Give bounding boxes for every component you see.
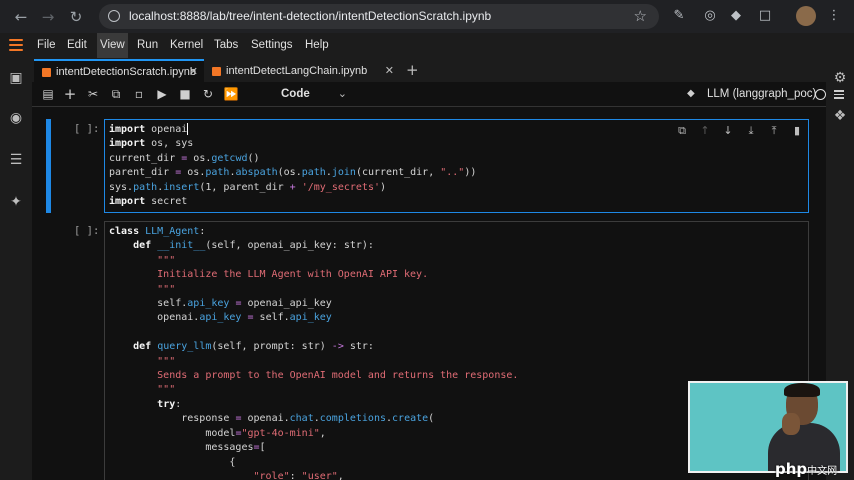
paste-icon[interactable]: ▫ <box>131 86 147 102</box>
save-icon[interactable]: ▤ <box>40 86 56 102</box>
code-line-13: try: <box>157 398 182 410</box>
code-line-11: Sends a prompt to the OpenAI model and r… <box>109 370 519 382</box>
presenter-hand <box>782 413 800 435</box>
forward-icon[interactable]: → <box>38 7 58 27</box>
back-icon[interactable]: ← <box>11 7 31 27</box>
extensions-icon[interactable]: □ <box>757 8 773 24</box>
code-line-5: sys.path.insert(1, parent_dir + '/my_sec… <box>109 181 387 193</box>
code-line-3: """ <box>109 254 176 266</box>
close-tab-icon[interactable]: ✕ <box>385 60 394 82</box>
kernel-status-icon <box>815 89 826 100</box>
code-line-7: openai.api_key = self.api_key <box>109 312 332 324</box>
presenter-hair <box>784 383 820 397</box>
insert-below-icon[interactable]: ⤒ <box>767 123 781 139</box>
text-cursor <box>187 123 189 135</box>
puzzle-extension-icon[interactable]: ◆ <box>728 8 744 24</box>
pen-extension-icon[interactable]: ✎ <box>671 8 687 24</box>
code-line-6: import secret <box>109 196 188 208</box>
code-line-4: parent_dir = os.path.abspath(os.path.joi… <box>109 167 477 179</box>
restart-run-all-icon[interactable]: ⏩ <box>223 86 239 102</box>
browser-toolbar: ← → ↻ localhost:8888/lab/tree/intent-det… <box>0 0 854 33</box>
chrome-menu-icon[interactable]: ⋮ <box>826 8 842 24</box>
kernel-name[interactable]: LLM (langgraph_poc) <box>707 85 816 103</box>
move-down-icon[interactable]: ↓ <box>721 123 735 139</box>
running-kernels-icon[interactable]: ◉ <box>8 110 24 126</box>
jupyter-menubar: File Edit View Run Kernel Tabs Settings … <box>0 33 854 58</box>
notebook-icon <box>42 67 51 77</box>
run-icon[interactable]: ▶ <box>154 86 170 102</box>
code-line-15: model="gpt-4o-mini", <box>109 427 326 439</box>
code-line-16: messages=[ <box>109 442 266 454</box>
debug-bug-icon[interactable]: ◆ <box>687 88 697 100</box>
code-line-14: response = openai.chat.completions.creat… <box>109 413 435 425</box>
toolbar-menu-icon[interactable] <box>834 88 844 101</box>
watermark-main: php <box>775 460 808 478</box>
active-cell-indicator <box>46 119 51 213</box>
tab-intentDetectionScratch[interactable]: intentDetectionScratch.ipynb ✕ <box>34 59 204 82</box>
cell-prompt: [ ]: <box>74 225 100 237</box>
code-line-4: Initialize the LLM Agent with OpenAI API… <box>109 269 429 281</box>
menu-view[interactable]: View <box>97 33 128 58</box>
menu-edit[interactable]: Edit <box>64 33 90 58</box>
code-line-9: def query_llm(self, prompt: str) -> str: <box>133 341 374 353</box>
cell-prompt: [ ]: <box>74 123 100 135</box>
menu-tabs[interactable]: Tabs <box>211 33 241 58</box>
folder-icon[interactable]: ▣ <box>8 70 24 86</box>
translate-extension-icon[interactable]: ◎ <box>702 8 718 24</box>
notebook-toolbar: ▤ + ✂ ⧉ ▫ ▶ ■ ↻ ⏩ Code ⌄ ◆ LLM (langgrap… <box>32 82 844 107</box>
menu-settings[interactable]: Settings <box>248 33 296 58</box>
bookmark-star-icon[interactable]: ☆ <box>634 7 647 25</box>
profile-avatar[interactable] <box>796 6 816 26</box>
property-inspector-gear-icon[interactable]: ⚙ <box>832 70 848 86</box>
code-line-3: current_dir = os.getcwd() <box>109 152 260 164</box>
code-line-6: self.api_key = openai_api_key <box>109 298 332 310</box>
reload-icon[interactable]: ↻ <box>66 7 86 27</box>
tab-intentDetectLangChain[interactable]: intentDetectLangChain.ipynb ✕ <box>204 60 400 82</box>
jupyter-logo-icon <box>9 36 23 55</box>
code-line-1: class LLM_Agent: <box>109 226 206 237</box>
menu-run[interactable]: Run <box>134 33 161 58</box>
copy-icon[interactable]: ⧉ <box>108 86 124 102</box>
code-line-2: def __init__(self, openai_api_key: str): <box>133 240 374 252</box>
code-module: openai <box>151 124 188 135</box>
debugger-icon[interactable]: ❖ <box>832 108 848 124</box>
new-tab-plus-icon[interactable]: + <box>406 61 419 79</box>
left-sidebar: ▣ ◉ ☰ ✦ <box>0 58 32 480</box>
address-bar[interactable]: localhost:8888/lab/tree/intent-detection… <box>99 4 659 29</box>
delete-cell-icon[interactable]: ▮ <box>790 123 804 139</box>
code-line-12: """ <box>109 384 176 396</box>
insert-cell-icon[interactable]: + <box>62 86 78 102</box>
extensions-puzzle-icon[interactable]: ✦ <box>8 194 24 210</box>
code-line-17: { <box>109 456 236 468</box>
stop-icon[interactable]: ■ <box>177 86 193 102</box>
restart-icon[interactable]: ↻ <box>200 86 216 102</box>
menu-kernel[interactable]: Kernel <box>167 33 206 58</box>
url-text[interactable]: localhost:8888/lab/tree/intent-detection… <box>129 9 491 23</box>
tab-label: intentDetectionScratch.ipynb <box>56 66 197 78</box>
tab-label: intentDetectLangChain.ipynb <box>226 65 368 77</box>
code-line-18: "role": "user", <box>253 470 344 480</box>
cell-type-value: Code <box>281 88 310 100</box>
cut-icon[interactable]: ✂ <box>85 86 101 102</box>
document-tabbar: intentDetectionScratch.ipynb ✕ intentDet… <box>32 58 826 83</box>
cell-type-select[interactable]: Code ⌄ <box>281 85 351 103</box>
close-tab-icon[interactable]: ✕ <box>189 61 198 82</box>
chevron-down-icon: ⌄ <box>337 88 347 100</box>
duplicate-cell-icon[interactable]: ⧉ <box>675 123 689 139</box>
code-line-5: """ <box>109 283 176 295</box>
menu-help[interactable]: Help <box>302 33 332 58</box>
insert-above-icon[interactable]: ⤓ <box>744 123 758 139</box>
code-line-10: """ <box>109 355 176 367</box>
code-line-1: import openai <box>109 123 189 135</box>
notebook-icon <box>212 66 221 76</box>
code-cell-1[interactable]: [ ]: import openai import os, sys curren… <box>32 119 822 213</box>
code-line-2: import os, sys <box>109 138 194 150</box>
watermark-sub: 中文网 <box>807 466 838 477</box>
table-of-contents-icon[interactable]: ☰ <box>8 152 24 168</box>
watermark: php中文网 <box>775 460 837 478</box>
menu-file[interactable]: File <box>34 33 59 58</box>
move-up-icon[interactable]: ↑ <box>698 123 712 139</box>
site-info-icon[interactable] <box>108 10 120 22</box>
